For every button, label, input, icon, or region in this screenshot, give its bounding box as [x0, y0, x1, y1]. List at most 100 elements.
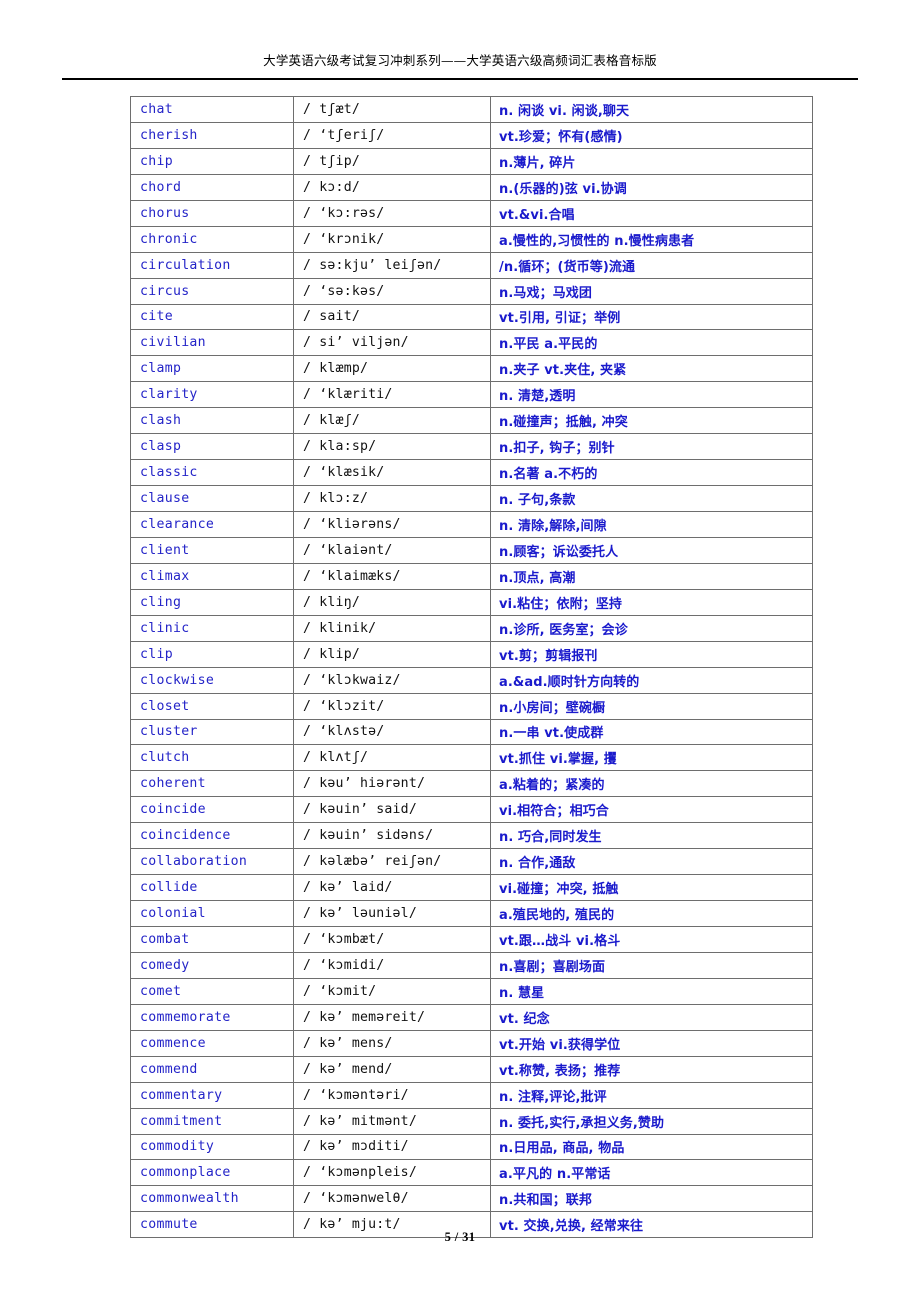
phonetic-cell: / si’ viljən/	[293, 329, 491, 357]
phonetic-cell: / ‘tʃeriʃ/	[293, 121, 491, 149]
word-cell: cluster	[130, 718, 294, 746]
word-cell: collaboration	[130, 848, 294, 876]
table-row: colonial / kə’ ləuniəl/a.殖民地的, 殖民的	[130, 900, 813, 927]
word-cell: coincide	[130, 796, 294, 824]
word-cell: clockwise	[130, 666, 294, 694]
word-cell: commitment	[130, 1107, 294, 1135]
definition-cell: vt.跟…战斗 vi.格斗	[490, 926, 813, 953]
table-row: commend / kə’ mend/vt.称赞, 表扬；推荐	[130, 1055, 813, 1083]
word-cell: comedy	[130, 951, 294, 979]
table-row: comedy / ‘kɔmidi/n.喜剧；喜剧场面	[130, 951, 813, 979]
table-row: clasp / kla:sp/n.扣子, 钩子；别针	[130, 433, 813, 461]
definition-cell: n.碰撞声；抵触, 冲突	[490, 407, 813, 435]
definition-cell: n.诊所, 医务室；会诊	[490, 614, 813, 642]
definition-cell: n.名著 a.不朽的	[490, 459, 813, 487]
document-page: 大学英语六级考试复习冲刺系列——大学英语六级高频词汇表格音标版 chat / tʃ…	[0, 0, 920, 1302]
page-number: 5 / 31	[444, 1230, 476, 1244]
phonetic-cell: / tʃip/	[293, 147, 491, 175]
phonetic-cell: / ‘klɔkwaiz/	[293, 666, 491, 694]
definition-cell: vt.珍爱；怀有(感情)	[490, 121, 813, 149]
definition-cell: n.小房间；壁碗橱	[490, 692, 813, 720]
table-row: commodity / kə’ mɔditi/n.日用品, 商品, 物品	[130, 1133, 813, 1161]
word-cell: chorus	[130, 199, 294, 227]
phonetic-cell: / kə’ ləuniəl/	[293, 900, 491, 927]
word-cell: chronic	[130, 225, 294, 253]
phonetic-cell: / kəu’ hiərənt/	[293, 770, 491, 798]
word-cell: combat	[130, 926, 294, 953]
phonetic-cell: / klinik/	[293, 614, 491, 642]
word-cell: coincidence	[130, 822, 294, 850]
definition-cell: n. 合作,通敌	[490, 848, 813, 876]
phonetic-cell: / ‘klæriti/	[293, 381, 491, 409]
definition-cell: a.&ad.顺时针方向转的	[490, 666, 813, 694]
definition-cell: vt.称赞, 表扬；推荐	[490, 1055, 813, 1083]
word-cell: commonwealth	[130, 1185, 294, 1213]
phonetic-cell: / ‘klʌstə/	[293, 718, 491, 746]
phonetic-cell: / ‘kɔ:rəs/	[293, 199, 491, 227]
vocabulary-table-body: chat / tʃæt/n. 闲谈 vi. 闲谈,聊天 cherish / ‘tʃer…	[130, 96, 813, 1239]
phonetic-cell: / ‘kɔmənwelθ/	[293, 1185, 491, 1213]
definition-cell: n. 注释,评论,批评	[490, 1081, 813, 1109]
definition-cell: vt.开始 vi.获得学位	[490, 1029, 813, 1057]
header-divider-rule	[62, 78, 858, 80]
definition-cell: n.日用品, 商品, 物品	[490, 1133, 813, 1161]
phonetic-cell: / klʌtʃ/	[293, 744, 491, 772]
phonetic-cell: / klæʃ/	[293, 407, 491, 435]
table-row: comet / ‘kɔmit/n. 慧星	[130, 977, 813, 1005]
definition-cell: vi.相符合；相巧合	[490, 796, 813, 824]
table-row: chat / tʃæt/n. 闲谈 vi. 闲谈,聊天	[130, 96, 813, 123]
definition-cell: n. 子句,条款	[490, 485, 813, 512]
word-cell: cherish	[130, 121, 294, 149]
word-cell: colonial	[130, 900, 294, 927]
definition-cell: n. 清除,解除,间隙	[490, 511, 813, 538]
table-row: circus / ‘sə:kəs/n.马戏；马戏团	[130, 277, 813, 305]
word-cell: circus	[130, 277, 294, 305]
phonetic-cell: / klip/	[293, 640, 491, 668]
definition-cell: a.殖民地的, 殖民的	[490, 900, 813, 927]
table-row: cling / kliŋ/vi.粘住；依附；坚持	[130, 588, 813, 616]
word-cell: commend	[130, 1055, 294, 1083]
definition-cell: n. 清楚,透明	[490, 381, 813, 409]
word-cell: clash	[130, 407, 294, 435]
phonetic-cell: / ‘kɔməntəri/	[293, 1081, 491, 1109]
word-cell: clause	[130, 485, 294, 512]
phonetic-cell: / klɔ:z/	[293, 485, 491, 512]
phonetic-cell: / kliŋ/	[293, 588, 491, 616]
word-cell: chord	[130, 173, 294, 201]
table-row: cherish / ‘tʃeriʃ/vt.珍爱；怀有(感情)	[130, 121, 813, 149]
definition-cell: n.喜剧；喜剧场面	[490, 951, 813, 979]
running-header: 大学英语六级考试复习冲刺系列——大学英语六级高频词汇表格音标版	[62, 52, 858, 69]
word-cell: civilian	[130, 329, 294, 357]
word-cell: chip	[130, 147, 294, 175]
word-cell: commemorate	[130, 1003, 294, 1031]
phonetic-cell: / kə’ mɔditi/	[293, 1133, 491, 1161]
table-row: clearance / ‘kliərəns/n. 清除,解除,间隙	[130, 511, 813, 538]
table-row: chorus / ‘kɔ:rəs/vt.&vi.合唱	[130, 199, 813, 227]
table-row: collaboration / kəlæbə’ reiʃən/n. 合作,通敌	[130, 848, 813, 876]
definition-cell: n.马戏；马戏团	[490, 277, 813, 305]
definition-cell: a.慢性的,习惯性的 n.慢性病患者	[490, 225, 813, 253]
word-cell: clip	[130, 640, 294, 668]
definition-cell: a.粘着的；紧凑的	[490, 770, 813, 798]
definition-cell: n.夹子 vt.夹住, 夹紧	[490, 355, 813, 383]
table-row: cite / sait/vt.引用, 引证；举例	[130, 303, 813, 331]
definition-cell: n. 委托,实行,承担义务,赞助	[490, 1107, 813, 1135]
phonetic-cell: / kə’ meməreit/	[293, 1003, 491, 1031]
word-cell: clarity	[130, 381, 294, 409]
table-row: collide / kə’ laid/vi.碰撞；冲突, 抵触	[130, 874, 813, 902]
phonetic-cell: / sait/	[293, 303, 491, 331]
phonetic-cell: / ‘klæsik/	[293, 459, 491, 487]
word-cell: client	[130, 536, 294, 564]
word-cell: cite	[130, 303, 294, 331]
phonetic-cell: / ‘krɔnik/	[293, 225, 491, 253]
phonetic-cell: / ‘kliərəns/	[293, 511, 491, 538]
table-row: commentary / ‘kɔməntəri/n. 注释,评论,批评	[130, 1081, 813, 1109]
table-row: circulation / sə:kju’ leiʃən//n.循环；(货币等)流…	[130, 251, 813, 279]
table-row: clutch / klʌtʃ/vt.抓住 vi.掌握, 攫	[130, 744, 813, 772]
word-cell: clearance	[130, 511, 294, 538]
definition-cell: n.顶点, 高潮	[490, 562, 813, 590]
word-cell: collide	[130, 874, 294, 902]
definition-cell: n.薄片, 碎片	[490, 147, 813, 175]
definition-cell: n. 巧合,同时发生	[490, 822, 813, 850]
phonetic-cell: / kə’ laid/	[293, 874, 491, 902]
